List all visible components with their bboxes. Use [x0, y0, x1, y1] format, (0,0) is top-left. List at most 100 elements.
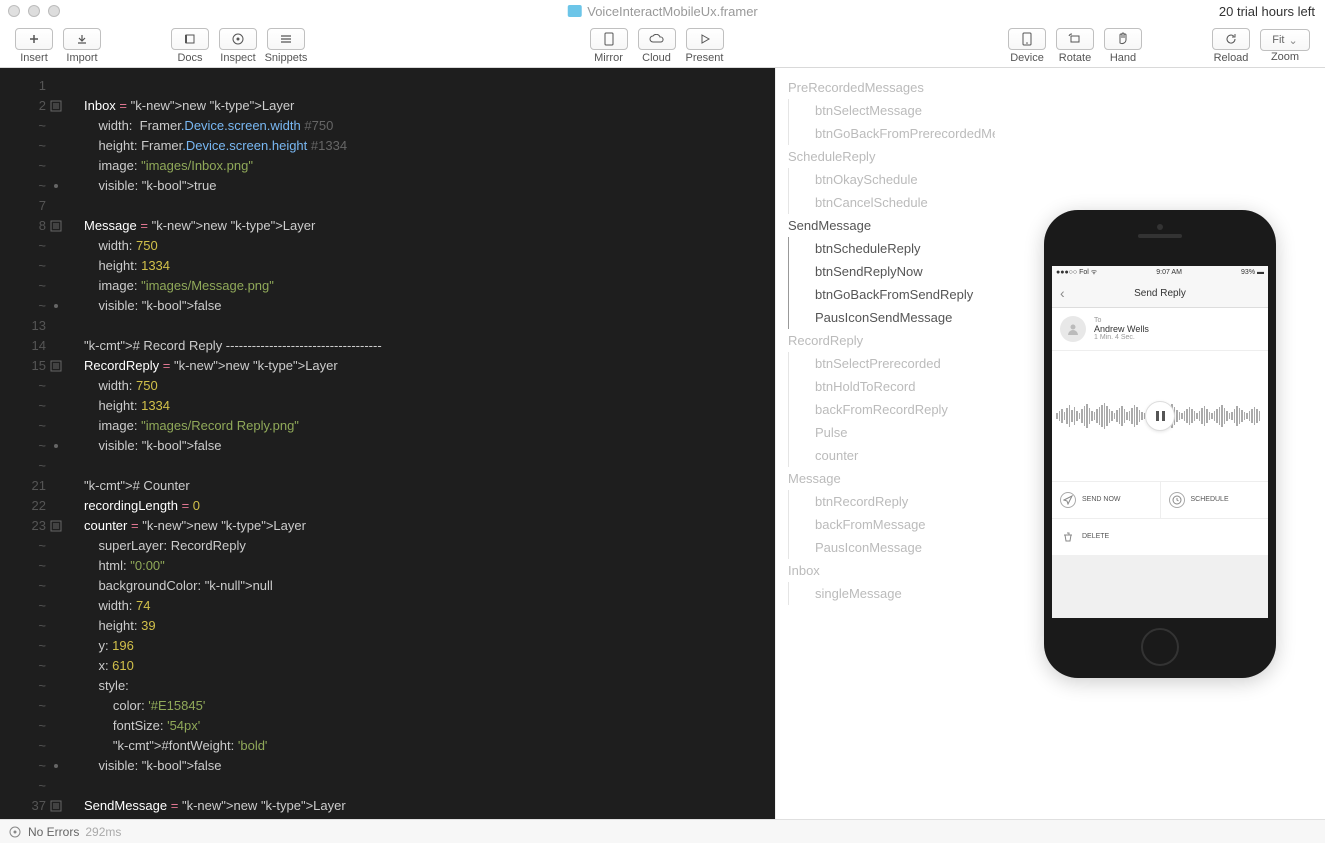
- code-line[interactable]: Message = "k-new">new "k-type">Layer: [84, 216, 775, 236]
- layer-item[interactable]: singleMessage: [788, 582, 995, 605]
- code-line[interactable]: [84, 456, 775, 476]
- fold-marker-icon[interactable]: [50, 100, 62, 112]
- fold-marker-icon[interactable]: [50, 360, 62, 372]
- code-line[interactable]: height: Framer.Device.screen.height #133…: [84, 136, 775, 156]
- breakpoint-dot-icon[interactable]: [54, 304, 58, 308]
- code-line[interactable]: recordingLength = 0: [84, 496, 775, 516]
- pause-button[interactable]: [1145, 401, 1175, 431]
- reload-button[interactable]: Reload: [1207, 24, 1255, 68]
- code-line[interactable]: "k-cmt">#fontWeight: 'bold': [84, 736, 775, 756]
- code-line[interactable]: width: 750: [84, 236, 775, 256]
- code-line[interactable]: visible: "k-bool">true: [84, 176, 775, 196]
- send-now-button[interactable]: SEND NOW: [1052, 482, 1160, 518]
- code-area[interactable]: Inbox = "k-new">new "k-type">Layer width…: [70, 68, 775, 819]
- delete-button[interactable]: DELETE: [1052, 519, 1268, 555]
- layer-group[interactable]: ScheduleReply: [776, 145, 995, 168]
- code-line[interactable]: height: 39: [84, 616, 775, 636]
- breakpoint-dot-icon[interactable]: [54, 444, 58, 448]
- layer-item[interactable]: btnSelectMessage: [788, 99, 995, 122]
- schedule-button[interactable]: SCHEDULE: [1160, 482, 1269, 518]
- code-line[interactable]: [84, 196, 775, 216]
- layer-item[interactable]: btnSendReplyNow: [788, 260, 995, 283]
- fold-marker-icon[interactable]: [50, 520, 62, 532]
- layer-group[interactable]: PreRecordedMessages: [776, 76, 995, 99]
- code-line[interactable]: "k-cmt"># Counter: [84, 476, 775, 496]
- layer-item[interactable]: btnOkaySchedule: [788, 168, 995, 191]
- code-line[interactable]: [84, 316, 775, 336]
- minimize-window-button[interactable]: [28, 5, 40, 17]
- code-line[interactable]: superLayer: RecordReply: [84, 536, 775, 556]
- layer-group[interactable]: Inbox: [776, 559, 995, 582]
- inspect-button[interactable]: Inspect: [214, 24, 262, 68]
- device-button[interactable]: Device: [1003, 24, 1051, 68]
- code-line[interactable]: style:: [84, 676, 775, 696]
- code-line[interactable]: width: Framer.Device.screen.width #750: [84, 116, 775, 136]
- layer-item[interactable]: PausIconMessage: [788, 536, 995, 559]
- cloud-button[interactable]: Cloud: [633, 24, 681, 68]
- mirror-button[interactable]: Mirror: [585, 24, 633, 68]
- action-buttons: SEND NOW SCHEDULE DELETE: [1052, 481, 1268, 555]
- code-editor[interactable]: 12~~~~78~~~~131415~~~~~212223~~~~~~~~~~~…: [0, 68, 775, 819]
- fold-marker-icon[interactable]: [50, 220, 62, 232]
- status-bar: No Errors 292ms: [0, 819, 1325, 843]
- code-line[interactable]: "k-cmt"># Record Reply -----------------…: [84, 336, 775, 356]
- rotate-button[interactable]: Rotate: [1051, 24, 1099, 68]
- code-line[interactable]: width: 750: [84, 376, 775, 396]
- code-line[interactable]: x: 610: [84, 656, 775, 676]
- import-button[interactable]: Import: [58, 24, 106, 68]
- layer-item[interactable]: btnCancelSchedule: [788, 191, 995, 214]
- breakpoint-dot-icon[interactable]: [54, 764, 58, 768]
- snippets-button[interactable]: Snippets: [262, 24, 310, 68]
- trash-icon: [1060, 529, 1076, 545]
- code-line[interactable]: Inbox = "k-new">new "k-type">Layer: [84, 96, 775, 116]
- code-line[interactable]: [84, 76, 775, 96]
- code-line[interactable]: RecordReply = "k-new">new "k-type">Layer: [84, 356, 775, 376]
- layer-item[interactable]: btnGoBackFromPrerecordedMessage: [788, 122, 995, 145]
- layer-item[interactable]: btnRecordReply: [788, 490, 995, 513]
- layer-item[interactable]: backFromMessage: [788, 513, 995, 536]
- code-line[interactable]: visible: "k-bool">false: [84, 296, 775, 316]
- back-chevron-icon[interactable]: ‹: [1060, 285, 1065, 301]
- layer-group[interactable]: Message: [776, 467, 995, 490]
- code-line[interactable]: visible: "k-bool">false: [84, 756, 775, 776]
- code-line[interactable]: image: "images/Inbox.png": [84, 156, 775, 176]
- layer-item[interactable]: backFromRecordReply: [788, 398, 995, 421]
- layer-item[interactable]: btnScheduleReply: [788, 237, 995, 260]
- code-line[interactable]: backgroundColor: "k-null">null: [84, 576, 775, 596]
- code-line[interactable]: html: "0:00": [84, 556, 775, 576]
- error-status: No Errors: [28, 825, 79, 839]
- zoom-control[interactable]: Fit⌄ Zoom: [1255, 24, 1315, 68]
- close-window-button[interactable]: [8, 5, 20, 17]
- layer-group[interactable]: RecordReply: [776, 329, 995, 352]
- breakpoint-dot-icon[interactable]: [54, 184, 58, 188]
- code-line[interactable]: [84, 776, 775, 796]
- maximize-window-button[interactable]: [48, 5, 60, 17]
- code-line[interactable]: visible: "k-bool">false: [84, 436, 775, 456]
- code-line[interactable]: height: 1334: [84, 396, 775, 416]
- layer-item[interactable]: btnGoBackFromSendReply: [788, 283, 995, 306]
- layer-item[interactable]: btnHoldToRecord: [788, 375, 995, 398]
- code-line[interactable]: counter = "k-new">new "k-type">Layer: [84, 516, 775, 536]
- hand-button[interactable]: Hand: [1099, 24, 1147, 68]
- code-line[interactable]: y: 196: [84, 636, 775, 656]
- code-line[interactable]: color: '#E15845': [84, 696, 775, 716]
- fold-marker-icon[interactable]: [50, 800, 62, 812]
- phone-screen[interactable]: ●●●○○ Fol ᯤ 9:07 AM 93% ▬ ‹ Send Reply T…: [1052, 266, 1268, 618]
- code-line[interactable]: height: 1334: [84, 256, 775, 276]
- line-number: ~: [0, 376, 64, 396]
- layer-item[interactable]: PausIconSendMessage: [788, 306, 995, 329]
- home-button[interactable]: [1141, 628, 1179, 666]
- layer-group[interactable]: SendMessage: [776, 214, 995, 237]
- insert-button[interactable]: Insert: [10, 24, 58, 68]
- code-line[interactable]: fontSize: '54px': [84, 716, 775, 736]
- code-line[interactable]: image: "images/Record Reply.png": [84, 416, 775, 436]
- present-button[interactable]: Present: [681, 24, 729, 68]
- code-line[interactable]: width: 74: [84, 596, 775, 616]
- code-line[interactable]: image: "images/Message.png": [84, 276, 775, 296]
- code-line[interactable]: SendMessage = "k-new">new "k-type">Layer: [84, 796, 775, 816]
- layer-item[interactable]: Pulse: [788, 421, 995, 444]
- layer-item[interactable]: btnSelectPrerecorded: [788, 352, 995, 375]
- docs-button[interactable]: Docs: [166, 24, 214, 68]
- layer-item[interactable]: counter: [788, 444, 995, 467]
- layer-panel[interactable]: PreRecordedMessagesbtnSelectMessagebtnGo…: [775, 68, 995, 819]
